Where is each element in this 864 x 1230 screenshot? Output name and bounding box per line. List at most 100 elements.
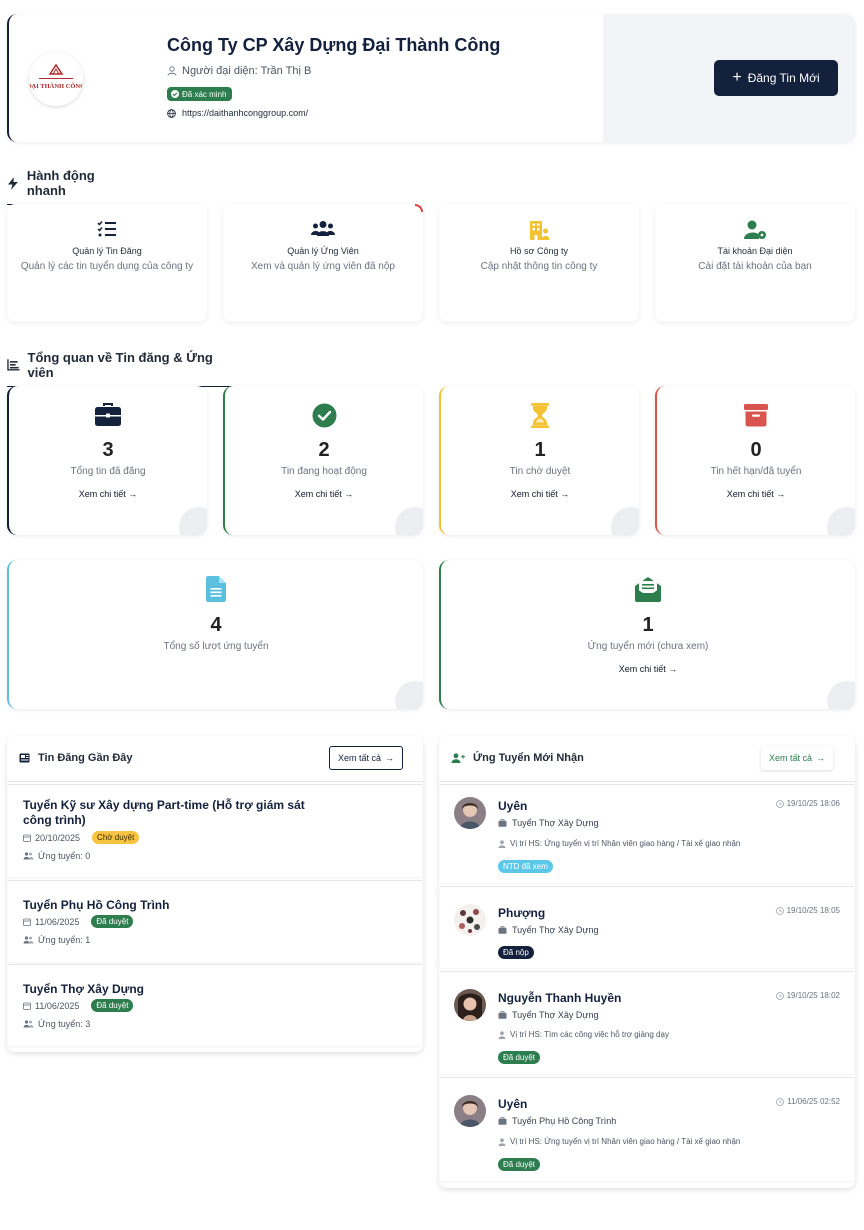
new-applications-view-all-button[interactable]: Xem tất cả → (761, 746, 834, 770)
users-icon (23, 852, 34, 860)
job-date-row: 11/06/2025 Đã duyệt (23, 999, 134, 1012)
recent-jobs-header: Tin Đăng Gần Đây Xem tất cả → (7, 736, 423, 782)
stat-value: 1 (642, 614, 654, 636)
svg-text:ĐẠI THÀNH CÔNG: ĐẠI THÀNH CÔNG (29, 82, 83, 90)
check-circle-icon (171, 90, 179, 98)
job-item[interactable]: Tuyển Thợ Xây Dựng 11/06/2025 Đã duyệt Ứ… (8, 964, 422, 1046)
application-time-text: 11/06/25 02:52 (787, 1097, 840, 1106)
users-icon (23, 1020, 34, 1028)
job-item[interactable]: Tuyển Kỹ sư Xây dựng Part-time (Hỗ trợ g… (8, 784, 422, 877)
user-gear-icon (744, 220, 766, 239)
plus-icon: + (732, 69, 742, 86)
job-date-row: 11/06/2025 Đã duyệt (23, 915, 134, 928)
quick-action-company-profile[interactable]: Hồ sơ Công ty Cập nhật thông tin công ty (439, 204, 639, 322)
user-icon (167, 66, 177, 76)
job-title[interactable]: Tuyển Phụ Hồ Công Trình (23, 898, 313, 913)
application-item[interactable]: Uyên 19/10/25 18:06 Tuyển Thợ Xây Dựng V… (440, 784, 854, 883)
quick-action-title: Hồ sơ Công ty (510, 246, 568, 256)
applicant-name[interactable]: Phượng (498, 906, 545, 920)
view-detail-link[interactable]: Xem chi tiết → (9, 489, 207, 499)
user-tie-icon (498, 1030, 506, 1039)
user-plus-icon (451, 753, 465, 763)
applicant-name[interactable]: Uyên (498, 799, 527, 813)
desired-position-text: Vị trí HS: Ứng tuyển vị trí Nhân viên gi… (510, 1137, 741, 1146)
representative: Người đại diện: Trần Thị B (167, 65, 311, 77)
application-time: 19/10/25 18:02 (775, 991, 840, 1000)
recent-jobs-heading: Tin Đăng Gần Đây (19, 752, 133, 764)
stat-total-posts-content: 3 Tổng tin đã đăng Xem chi tiết → (7, 386, 207, 535)
verified-badge: Đã xác minh (167, 87, 233, 101)
application-item[interactable]: Phượng 19/10/25 18:05 Tuyển Thợ Xây Dựng… (440, 886, 854, 968)
applicant-name[interactable]: Uyên (498, 1097, 527, 1111)
job-applicants-row: Ứng tuyển: 1 (23, 935, 90, 945)
applied-job: Tuyển Thợ Xây Dựng (498, 818, 598, 828)
check-circle-icon (312, 403, 336, 428)
representative-text: Người đại diện: Trần Thị B (182, 65, 312, 77)
quick-action-manage-posts[interactable]: Quản lý Tin Đăng Quản lý các tin tuyển d… (7, 204, 207, 322)
view-detail-link[interactable]: Xem chi tiết → (225, 489, 423, 499)
application-time-text: 19/10/25 18:05 (786, 906, 840, 915)
applied-job-title: Tuyển Thợ Xây Dựng (512, 1010, 599, 1020)
avatar (454, 1095, 486, 1127)
new-applications-header: Ứng Tuyển Mới Nhận Xem tất cả → (439, 736, 855, 782)
job-item[interactable]: Tuyển Phụ Hồ Công Trình 11/06/2025 Đã du… (8, 880, 422, 962)
job-applicants: Ứng tuyển: 0 (38, 851, 91, 861)
company-logo-image: ĐẠI THÀNH CÔNG (29, 52, 83, 106)
application-item[interactable]: Uyên 11/06/25 02:52 Tuyển Phụ Hồ Công Tr… (440, 1077, 854, 1181)
view-detail-link[interactable]: Xem chi tiết → (441, 489, 639, 499)
arrow-right-icon: → (385, 753, 395, 763)
job-title[interactable]: Tuyển Thợ Xây Dựng (23, 982, 313, 997)
job-date: 20/10/2025 (35, 832, 81, 843)
user-tie-icon (498, 839, 506, 848)
desired-position: Vị trí HS: Tìm các công việc hỗ trợ giản… (498, 1030, 669, 1039)
arrow-right-icon: → (816, 753, 826, 763)
quick-actions-title: Hành động nhanh (26, 168, 95, 198)
website-link[interactable]: https://daithanhconggroup.com/ (182, 108, 308, 118)
stat-expired-posts: 0 Tin hết hạn/đã tuyển Xem chi tiết → (655, 386, 855, 535)
quick-actions-heading: Hành động nhanh (7, 168, 136, 205)
status-badge: Đã duyệt (498, 1158, 541, 1171)
quick-action-title: Quản lý Ứng Viên (287, 246, 359, 256)
briefcase-icon (498, 1117, 507, 1125)
stat-label: Tin chờ duyệt (509, 466, 571, 477)
recent-jobs-view-all-button[interactable]: Xem tất cả → (329, 746, 404, 770)
job-applicants-row: Ứng tuyển: 0 (23, 851, 90, 861)
applicant-name[interactable]: Nguyễn Thanh Huyền (498, 991, 621, 1005)
application-item[interactable]: Nguyễn Thanh Huyền 19/10/25 18:02 Tuyển … (440, 971, 854, 1074)
new-applications-heading: Ứng Tuyển Mới Nhận (451, 752, 584, 764)
stat-pending-posts: 1 Tin chờ duyệt Xem chi tiết → (439, 386, 639, 535)
quick-action-account[interactable]: Tài khoản Đại diện Cài đặt tài khoản của… (655, 204, 855, 322)
clock-icon (776, 1097, 785, 1106)
new-post-button[interactable]: + Đăng Tin Mới (714, 60, 838, 96)
calendar-icon (23, 1002, 31, 1010)
job-title[interactable]: Tuyển Kỹ sư Xây dựng Part-time (Hỗ trợ g… (23, 798, 313, 828)
quick-action-manage-candidates[interactable]: Quản lý Ứng Viên Xem và quản lý ứng viên… (223, 204, 423, 322)
application-time-text: 19/10/25 18:02 (786, 991, 840, 1000)
quick-action-desc: Xem và quản lý ứng viên đã nộp (250, 261, 395, 272)
stat-value: 4 (210, 614, 222, 636)
quick-action-title: Quản lý Tin Đăng (72, 246, 142, 256)
avatar-photo (454, 797, 486, 829)
view-detail-link[interactable]: Xem chi tiết → (441, 664, 855, 674)
new-post-label: Đăng Tin Mới (747, 71, 820, 85)
users-icon (23, 936, 34, 944)
status-badge: Chờ duyệt (92, 831, 140, 844)
archive-icon (744, 404, 768, 427)
view-detail-link[interactable]: Xem chi tiết → (657, 489, 855, 499)
globe-icon (167, 108, 176, 118)
quick-action-desc: Cập nhật thông tin công ty (480, 261, 598, 272)
application-time-text: 19/10/25 18:06 (786, 799, 840, 808)
building-icon (530, 221, 550, 240)
status-badge: Đã duyệt (91, 915, 134, 928)
status-badge: Đã duyệt (91, 999, 134, 1012)
stat-label: Tin đang hoạt động (281, 466, 367, 477)
avatar-photo (454, 904, 486, 936)
bolt-icon (7, 176, 18, 190)
stat-total-applications: 4 Tổng số lượt ứng tuyển (7, 560, 423, 709)
briefcase-icon (498, 819, 507, 827)
desired-position-text: Vị trí HS: Ứng tuyển vị trí Nhân viên gi… (510, 839, 741, 848)
avatar (454, 797, 486, 829)
company-logo: ĐẠI THÀNH CÔNG (29, 52, 83, 106)
briefcase-icon (498, 926, 507, 934)
job-date: 11/06/2025 (35, 1000, 80, 1011)
